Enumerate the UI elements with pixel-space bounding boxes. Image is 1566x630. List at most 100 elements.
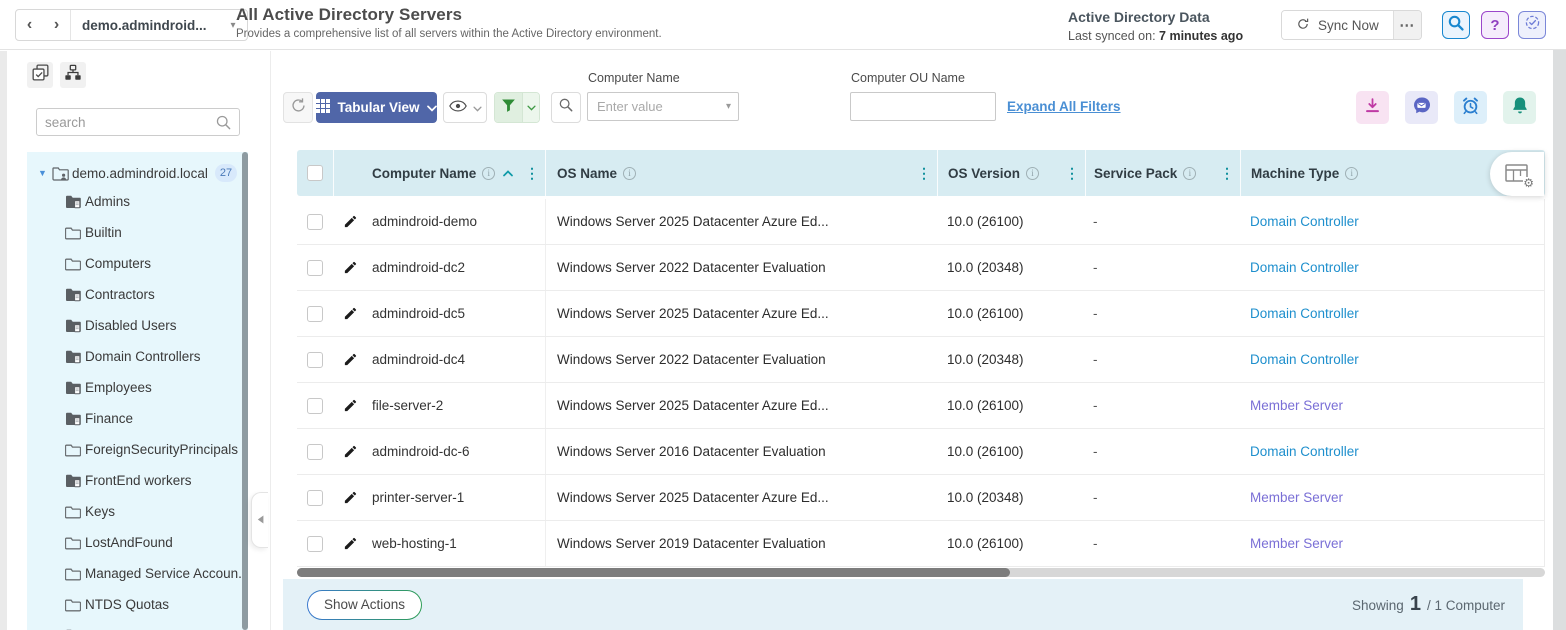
filter-label-computer-ou: Computer OU Name [851,71,965,85]
info-icon: i [623,167,636,180]
row-checkbox[interactable] [307,444,323,460]
scheduled-tasks-button[interactable] [1518,11,1546,39]
email-report-button[interactable] [1405,91,1438,124]
sidebar-item-lostandfound[interactable]: LostAndFound [27,527,248,558]
machine-type-link[interactable]: Domain Controller [1240,352,1545,367]
sort-ascending-icon[interactable] [503,170,513,177]
column-menu-icon[interactable]: ⋮ [917,165,931,182]
machine-type-link[interactable]: Member Server [1240,398,1545,413]
machine-type-link[interactable]: Member Server [1240,490,1545,505]
column-visibility-button[interactable] [443,92,487,123]
global-search-button[interactable] [1442,11,1470,39]
row-checkbox[interactable] [307,306,323,322]
schedule-alert-button[interactable] [1454,91,1487,124]
row-checkbox[interactable] [307,398,323,414]
tree-scrollbar[interactable] [242,152,248,630]
os-version-cell: 10.0 (26100) [937,398,1085,413]
sidebar-item-domain-root[interactable]: ▼ demo.admindroid.local 27 [27,160,248,186]
row-checkbox[interactable] [307,214,323,230]
edit-icon[interactable] [333,444,367,459]
machine-type-link[interactable]: Domain Controller [1240,214,1545,229]
edit-icon[interactable] [333,398,367,413]
info-icon: i [1345,167,1358,180]
computer-name-filter-input[interactable] [588,99,726,114]
edit-icon[interactable] [333,214,367,229]
sidebar-item-builtin[interactable]: Builtin [27,217,248,248]
sidebar-collapse-handle[interactable] [251,492,268,548]
servers-table: Computer Name i ⋮ OS Name i ⋮ OS Version… [297,150,1545,567]
multi-select-button[interactable] [27,62,53,88]
ou-hierarchy-button[interactable] [60,62,86,88]
service-pack-cell: - [1085,398,1240,413]
folder-icon [65,598,85,612]
eye-icon [449,99,467,117]
sidebar-item-frontend-workers[interactable]: FrontEnd workers [27,465,248,496]
sidebar-item-printers[interactable]: Printers [27,620,248,630]
filter-dropdown-button[interactable] [522,93,539,122]
sidebar-item-employees[interactable]: Employees [27,372,248,403]
folder-icon [65,257,85,271]
computer-name-filter: ▾ [587,92,739,121]
sidebar-item-finance[interactable]: Finance [27,403,248,434]
sync-more-options-button[interactable]: ⋯ [1393,11,1421,39]
forward-button[interactable]: › [43,10,70,40]
back-button[interactable]: ‹ [16,10,43,40]
page-scrollbar[interactable] [1553,45,1566,630]
edit-icon[interactable] [333,352,367,367]
column-menu-icon[interactable]: ⋮ [1220,165,1234,182]
table-row: file-server-2Windows Server 2025 Datacen… [297,383,1545,429]
table-search-button[interactable] [551,92,581,123]
sidebar-item-keys[interactable]: Keys [27,496,248,527]
column-menu-icon[interactable]: ⋮ [1065,165,1079,182]
row-checkbox[interactable] [307,260,323,276]
computer-ou-filter-input[interactable] [851,99,995,114]
show-actions-label: Show Actions [308,591,421,619]
view-mode-button[interactable]: Tabular View [316,92,437,123]
column-header-os-name[interactable]: OS Name i ⋮ [545,150,937,196]
column-menu-icon[interactable]: ⋮ [525,165,539,182]
export-download-button[interactable] [1356,91,1389,124]
folder-icon [65,443,85,457]
report-navigation: ‹ › demo.admindroid... ▾ [15,9,248,41]
domain-selector[interactable]: demo.admindroid... ▾ [70,10,247,40]
sidebar-search-input[interactable] [37,115,215,130]
chevron-left-icon: ‹ [27,16,32,34]
sidebar-item-admins[interactable]: Admins [27,186,248,217]
edit-icon[interactable] [333,490,367,505]
refresh-button[interactable] [283,92,313,123]
computer-name-cell: admindroid-demo [367,214,545,229]
row-checkbox[interactable] [307,490,323,506]
notifications-button[interactable] [1503,91,1536,124]
horizontal-scrollbar-thumb[interactable] [297,568,1010,577]
machine-type-link[interactable]: Domain Controller [1240,260,1545,275]
row-checkbox[interactable] [307,536,323,552]
filter-button[interactable] [495,93,522,122]
edit-icon[interactable] [333,260,367,275]
help-button[interactable]: ? [1481,11,1509,39]
machine-type-link[interactable]: Domain Controller [1240,444,1545,459]
sidebar-item-label: LostAndFound [85,535,173,550]
column-header-service-pack[interactable]: Service Pack i ⋮ [1085,150,1240,196]
filter-button-group [494,92,540,123]
show-actions-button[interactable]: Show Actions [307,590,422,620]
sidebar-item-foreignsecurityprincipals[interactable]: ForeignSecurityPrincipals [27,434,248,465]
tree-expanded-icon[interactable]: ▼ [38,168,52,178]
horizontal-scrollbar[interactable] [297,568,1545,577]
select-all-checkbox[interactable] [307,165,323,181]
row-checkbox[interactable] [307,352,323,368]
machine-type-link[interactable]: Domain Controller [1240,306,1545,321]
sidebar-item-computers[interactable]: Computers [27,248,248,279]
column-settings-tab[interactable]: ⚙ [1490,152,1544,196]
edit-icon[interactable] [333,306,367,321]
sidebar-item-contractors[interactable]: Contractors [27,279,248,310]
sync-now-button[interactable]: Sync Now [1282,11,1393,39]
sidebar-item-domain-controllers[interactable]: Domain Controllers [27,341,248,372]
column-header-computer-name[interactable]: Computer Name i ⋮ [333,150,545,196]
sidebar-item-managed-service-accoun[interactable]: Managed Service Accoun... [27,558,248,589]
machine-type-link[interactable]: Member Server [1240,536,1545,551]
edit-icon[interactable] [333,536,367,551]
sidebar-item-ntds-quotas[interactable]: NTDS Quotas [27,589,248,620]
sidebar-item-disabled-users[interactable]: Disabled Users [27,310,248,341]
expand-all-filters-link[interactable]: Expand All Filters [1007,99,1121,114]
column-header-os-version[interactable]: OS Version i ⋮ [937,150,1085,196]
